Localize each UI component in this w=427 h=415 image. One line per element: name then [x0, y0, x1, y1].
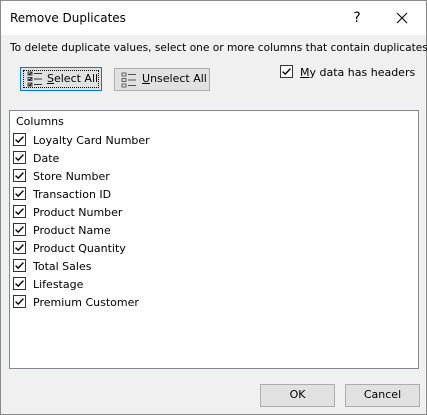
- dialog-title: Remove Duplicates: [10, 11, 126, 25]
- columns-list[interactable]: Columns Loyalty Card Number Date Store Num…: [9, 110, 419, 369]
- checkbox-checked-icon: [280, 65, 293, 78]
- column-label: Premium Customer: [33, 296, 139, 309]
- headers-mnemonic: M: [300, 66, 310, 79]
- title-bar: Remove Duplicates ?: [1, 1, 426, 35]
- unselect-all-icon: [121, 72, 137, 95]
- checkbox-checked-icon: [13, 169, 26, 182]
- select-all-label: Select All: [47, 69, 98, 89]
- columns-list-header: Columns: [16, 115, 64, 128]
- checkbox-checked-icon: [13, 133, 26, 146]
- checkbox-checked-icon: [13, 223, 26, 236]
- column-label: Store Number: [33, 170, 110, 183]
- column-label: Product Number: [33, 206, 123, 219]
- close-icon: [396, 12, 408, 24]
- column-label: Total Sales: [33, 260, 92, 273]
- ok-label: OK: [289, 388, 306, 401]
- headers-label-post: y data has headers: [309, 66, 416, 79]
- my-data-has-headers-label: My data has headers: [300, 66, 415, 79]
- cancel-button[interactable]: Cancel: [345, 384, 420, 407]
- select-all-icon: [27, 71, 43, 94]
- checkbox-checked-icon: [13, 205, 26, 218]
- help-button[interactable]: ?: [346, 6, 368, 30]
- ok-button[interactable]: OK: [260, 384, 335, 407]
- select-all-label-post: elect All: [53, 72, 99, 85]
- checkbox-checked-icon: [13, 241, 26, 254]
- column-label: Transaction ID: [33, 188, 112, 201]
- select-all-mnemonic: S: [47, 72, 54, 85]
- unselect-all-label: Unselect All: [142, 69, 207, 89]
- checkbox-checked-icon: [13, 277, 26, 290]
- column-label: Product Quantity: [33, 242, 126, 255]
- column-label: Product Name: [33, 224, 111, 237]
- checkbox-checked-icon: [13, 259, 26, 272]
- unselect-all-button[interactable]: Unselect All: [114, 68, 210, 91]
- unselect-all-mnemonic: U: [142, 72, 151, 85]
- select-all-button[interactable]: Select All: [20, 67, 102, 91]
- column-label: Loyalty Card Number: [33, 134, 150, 147]
- checkbox-checked-icon: [13, 187, 26, 200]
- instruction-text: To delete duplicate values, select one o…: [10, 42, 427, 54]
- checkbox-checked-icon: [13, 151, 26, 164]
- close-button[interactable]: [390, 6, 414, 30]
- cancel-label: Cancel: [363, 388, 402, 401]
- column-label: Date: [33, 152, 60, 165]
- remove-duplicates-dialog: Remove Duplicates ? To delete duplicate …: [0, 0, 427, 415]
- column-label: Lifestage: [33, 278, 84, 291]
- checkbox-checked-icon: [13, 295, 26, 308]
- unselect-all-label-post: nselect All: [150, 72, 207, 85]
